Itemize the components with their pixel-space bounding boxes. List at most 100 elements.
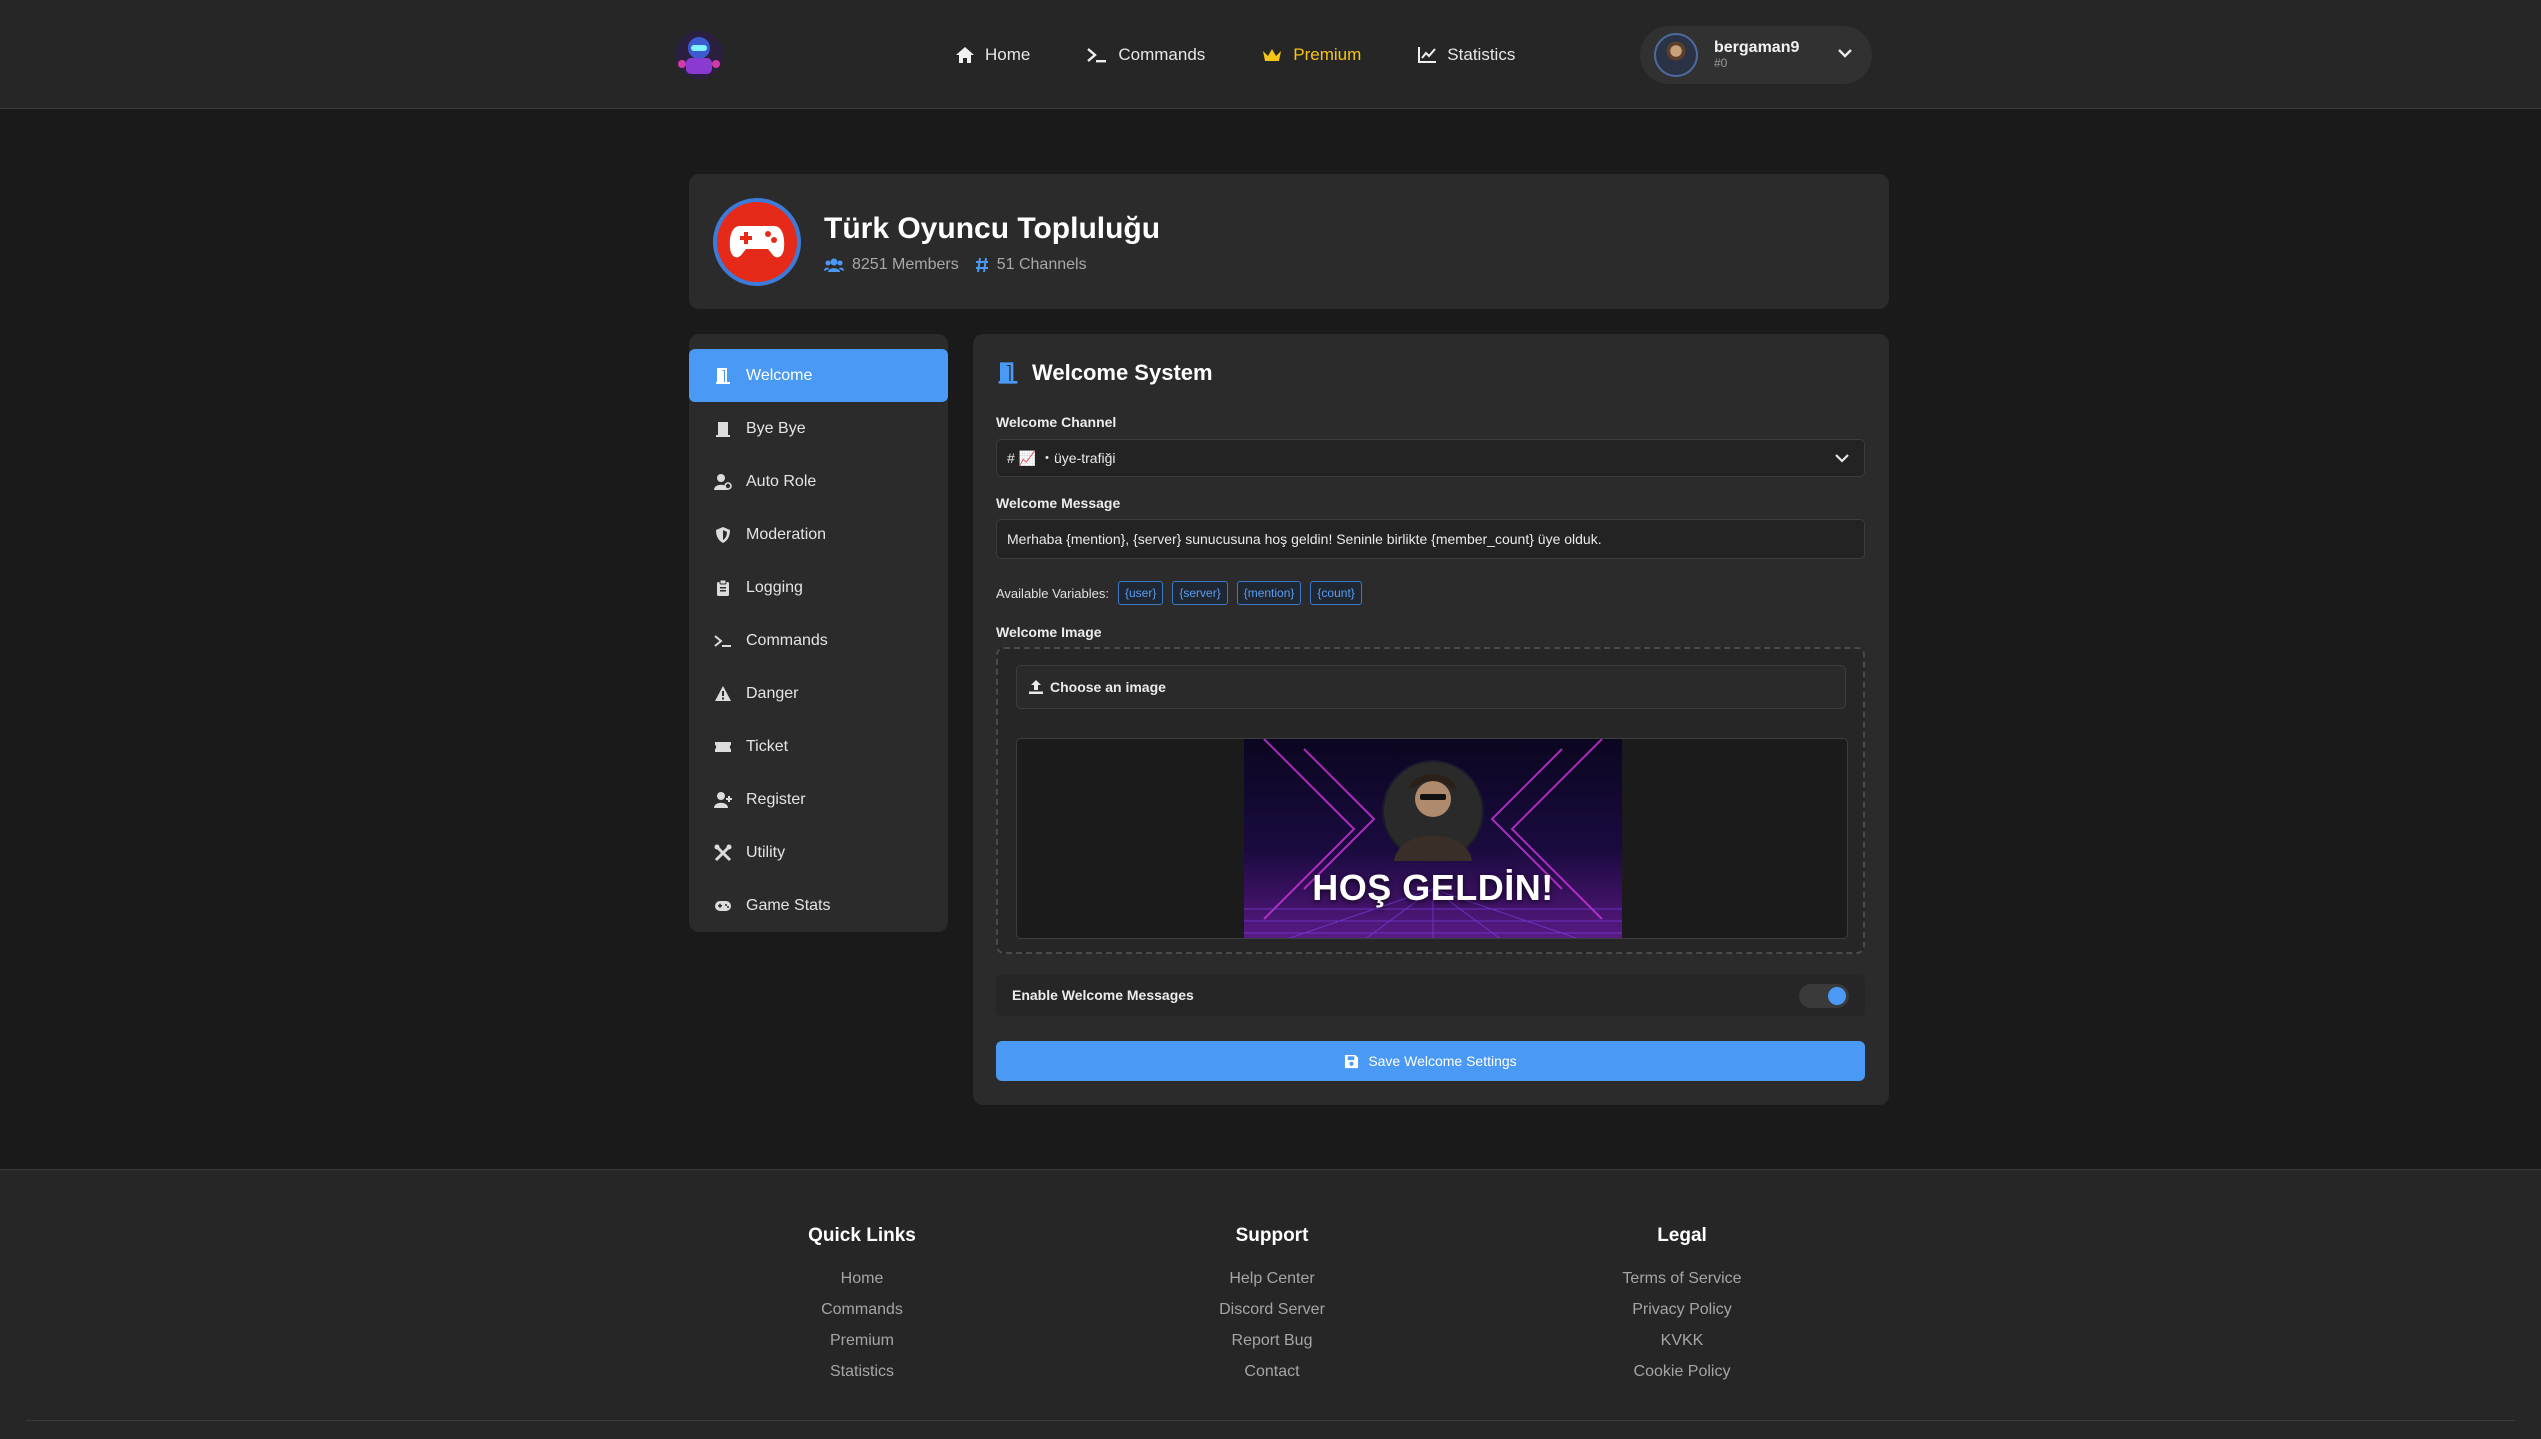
channel-count: 51 Channels bbox=[975, 256, 1087, 274]
sidebar-item-label: Moderation bbox=[746, 525, 827, 543]
user-name: bergaman9 bbox=[1714, 38, 1800, 56]
gamepad-icon bbox=[729, 226, 785, 258]
nav-premium-label: Premium bbox=[1293, 45, 1362, 64]
welcome-image-label: Welcome Image bbox=[996, 624, 1102, 640]
settings-sidebar: Welcome Bye Bye Auto Role Moderation Log… bbox=[689, 334, 948, 932]
sidebar-item-label: Utility bbox=[746, 843, 786, 861]
sidebar-item-label: Game Stats bbox=[746, 896, 831, 914]
choose-image-label: Choose an image bbox=[1050, 679, 1166, 695]
variable-chip-server[interactable]: {server} bbox=[1172, 581, 1228, 605]
sidebar-item-game-stats[interactable]: Game Stats bbox=[689, 879, 948, 932]
user-tag: #0 bbox=[1714, 56, 1728, 71]
variables-label: Available Variables: bbox=[996, 585, 1109, 601]
welcome-message-input[interactable]: Merhaba {mention}, {server} sunucusuna h… bbox=[996, 519, 1865, 559]
avatar bbox=[1654, 33, 1698, 77]
nav-statistics-label: Statistics bbox=[1447, 45, 1516, 64]
footer-link-home[interactable]: Home bbox=[732, 1263, 992, 1294]
footer-link-privacy[interactable]: Privacy Policy bbox=[1552, 1294, 1812, 1325]
variable-chip-user[interactable]: {user} bbox=[1117, 581, 1164, 605]
user-menu[interactable]: bergaman9 #0 bbox=[1640, 26, 1872, 84]
footer-link-terms[interactable]: Terms of Service bbox=[1552, 1263, 1812, 1294]
chevron-down-icon[interactable] bbox=[1836, 46, 1854, 60]
nav-commands-label: Commands bbox=[1118, 45, 1206, 64]
footer-link-cookie[interactable]: Cookie Policy bbox=[1552, 1356, 1812, 1387]
welcome-channel-select[interactable]: # 📈 ・üye-trafiği bbox=[996, 439, 1865, 477]
footer-link-kvkk[interactable]: KVKK bbox=[1552, 1325, 1812, 1356]
chevron-down-icon bbox=[1835, 454, 1849, 463]
main-nav: Home Commands Premium Statistics bbox=[955, 38, 1571, 72]
welcome-message-value: Merhaba {mention}, {server} sunucusuna h… bbox=[1007, 531, 1602, 547]
user-gear-icon bbox=[714, 473, 732, 490]
server-meta: 8251 Members 51 Channels bbox=[824, 256, 1103, 274]
welcome-message-label: Welcome Message bbox=[996, 495, 1121, 511]
footer-divider bbox=[26, 1420, 2515, 1421]
sidebar-item-label: Auto Role bbox=[746, 472, 817, 490]
channel-count-label: 51 Channels bbox=[996, 256, 1087, 273]
shield-icon bbox=[716, 526, 730, 543]
enable-welcome-label: Enable Welcome Messages bbox=[1012, 987, 1194, 1003]
footer-link-commands[interactable]: Commands bbox=[732, 1294, 992, 1325]
image-dropzone[interactable]: Choose an image HOŞ GELDİN! bbox=[996, 647, 1865, 954]
footer: Quick Links Home Commands Premium Statis… bbox=[0, 1169, 2541, 1439]
welcome-channel-value: # 📈 ・üye-trafiği bbox=[1007, 450, 1116, 466]
save-welcome-button[interactable]: Save Welcome Settings bbox=[996, 1041, 1865, 1081]
sidebar-item-welcome[interactable]: Welcome bbox=[689, 349, 948, 402]
save-icon bbox=[1345, 1054, 1359, 1068]
save-welcome-label: Save Welcome Settings bbox=[1368, 1053, 1517, 1069]
welcome-settings-panel: Welcome System Welcome Channel # 📈 ・üye-… bbox=[973, 334, 1889, 1105]
sidebar-item-label: Ticket bbox=[746, 737, 789, 755]
tools-icon bbox=[714, 844, 732, 861]
sidebar-item-auto-role[interactable]: Auto Role bbox=[689, 455, 948, 508]
banner-title: HOŞ GELDİN! bbox=[1312, 867, 1554, 908]
footer-link-discord-server[interactable]: Discord Server bbox=[1142, 1294, 1402, 1325]
choose-image-button[interactable]: Choose an image bbox=[1016, 665, 1846, 709]
variable-chip-mention[interactable]: {mention} bbox=[1236, 581, 1302, 605]
footer-quick-links: Quick Links Home Commands Premium Statis… bbox=[732, 1225, 992, 1387]
user-plus-icon bbox=[714, 791, 732, 808]
nav-home[interactable]: Home bbox=[955, 38, 1030, 72]
sidebar-item-label: Welcome bbox=[746, 366, 813, 384]
footer-link-contact[interactable]: Contact bbox=[1142, 1356, 1402, 1387]
top-navbar: Home Commands Premium Statistics bergama… bbox=[0, 0, 2541, 109]
door-open-icon bbox=[716, 367, 730, 384]
nav-premium[interactable]: Premium bbox=[1261, 38, 1361, 72]
toggle-knob bbox=[1828, 987, 1846, 1005]
chart-line-icon bbox=[1418, 47, 1437, 63]
sidebar-item-label: Commands bbox=[746, 631, 828, 649]
footer-link-report-bug[interactable]: Report Bug bbox=[1142, 1325, 1402, 1356]
sidebar-item-label: Register bbox=[746, 790, 806, 808]
variable-chip-count[interactable]: {count} bbox=[1310, 581, 1362, 605]
panel-title: Welcome System bbox=[996, 360, 1213, 386]
footer-legal: Legal Terms of Service Privacy Policy KV… bbox=[1552, 1225, 1812, 1387]
sidebar-item-utility[interactable]: Utility bbox=[689, 826, 948, 879]
door-open-icon bbox=[998, 362, 1018, 384]
footer-link-help-center[interactable]: Help Center bbox=[1142, 1263, 1402, 1294]
sidebar-item-label: Bye Bye bbox=[746, 419, 806, 437]
sidebar-item-register[interactable]: Register bbox=[689, 773, 948, 826]
member-count-label: 8251 Members bbox=[852, 256, 959, 273]
enable-welcome-toggle[interactable] bbox=[1799, 984, 1849, 1008]
sidebar-item-logging[interactable]: Logging bbox=[689, 561, 948, 614]
sidebar-item-label: Logging bbox=[746, 578, 803, 596]
hashtag-icon bbox=[975, 257, 988, 273]
sidebar-item-bye-bye[interactable]: Bye Bye bbox=[689, 402, 948, 455]
nav-commands[interactable]: Commands bbox=[1086, 38, 1205, 72]
ticket-icon bbox=[715, 741, 731, 752]
users-icon bbox=[824, 258, 844, 272]
sidebar-item-danger[interactable]: Danger bbox=[689, 667, 948, 720]
footer-link-statistics[interactable]: Statistics bbox=[732, 1356, 992, 1387]
sidebar-item-moderation[interactable]: Moderation bbox=[689, 508, 948, 561]
door-closed-icon bbox=[716, 421, 730, 437]
sidebar-item-ticket[interactable]: Ticket bbox=[689, 720, 948, 773]
upload-icon bbox=[1029, 680, 1043, 694]
member-count: 8251 Members bbox=[824, 256, 959, 274]
nav-statistics[interactable]: Statistics bbox=[1417, 38, 1515, 72]
clipboard-icon bbox=[717, 579, 729, 596]
bot-logo-icon[interactable] bbox=[672, 28, 726, 82]
sidebar-item-commands[interactable]: Commands bbox=[689, 614, 948, 667]
server-name: Türk Oyuncu Topluluğu bbox=[824, 212, 1161, 245]
image-preview: HOŞ GELDİN! bbox=[1016, 738, 1848, 939]
server-icon bbox=[713, 198, 801, 286]
available-variables: Available Variables: {user} {server} {me… bbox=[996, 581, 1362, 605]
footer-link-premium[interactable]: Premium bbox=[732, 1325, 992, 1356]
